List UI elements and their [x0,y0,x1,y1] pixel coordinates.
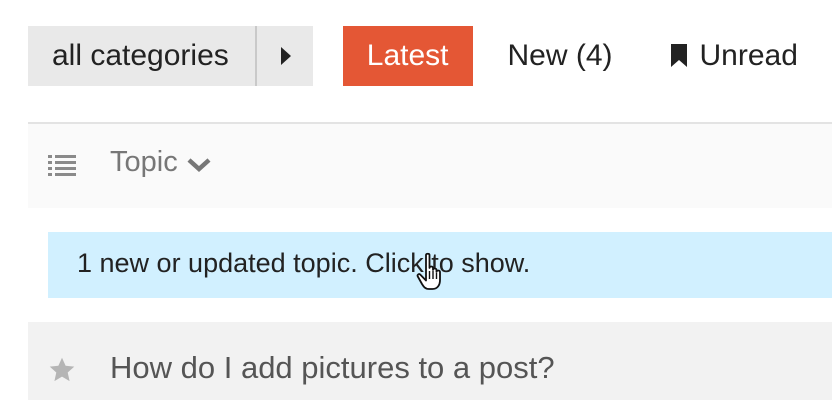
topic-column-label: Topic [110,146,178,178]
category-dropdown[interactable]: all categories [28,26,313,86]
list-icon[interactable] [48,154,76,178]
hand-pointer-cursor [416,252,441,290]
bookmark-icon [670,44,687,67]
new-topics-alert-text: 1 new or updated topic. Click to show. [77,248,531,278]
topic-title-link[interactable]: How do I add pictures to a post? [110,350,555,386]
discourse-topic-list-page: all categories Latest New (4) Unread Top… [0,0,832,400]
topic-row[interactable]: How do I add pictures to a post? [28,322,832,400]
star-icon[interactable] [48,356,76,384]
navigation-bar: all categories Latest New (4) Unread [28,26,798,86]
topic-column-sort[interactable]: Topic [110,146,212,179]
tab-new[interactable]: New (4) [508,26,613,86]
tab-unread-label: Unread [699,39,798,72]
category-dropdown-toggle[interactable] [257,26,313,86]
tab-latest[interactable]: Latest [342,26,473,86]
category-dropdown-label: all categories [28,26,257,86]
tab-unread[interactable]: Unread [670,26,798,86]
caret-right-icon [280,47,291,65]
topic-list-header: Topic [28,124,832,208]
chevron-down-icon [187,157,211,172]
